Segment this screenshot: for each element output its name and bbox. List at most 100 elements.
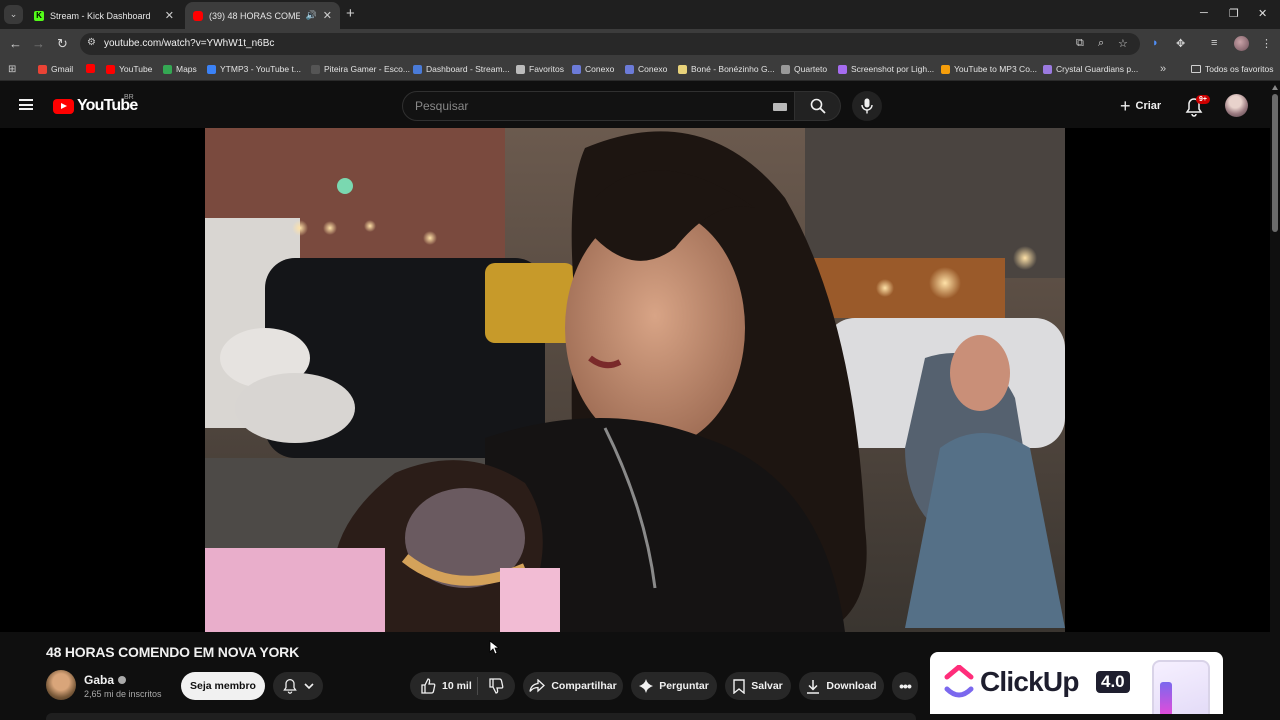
channel-name-row[interactable]: Gaba [84,673,127,687]
page-scrollbar[interactable] [1270,82,1280,720]
tab-title: (39) 48 HORAS COMENDO [209,10,300,21]
clickup-logo-icon [944,665,974,698]
bookmark-item[interactable]: Quarteto [781,64,827,74]
join-label: Seja membro [190,680,256,692]
bookmark-item[interactable]: Maps [163,64,197,74]
bookmark-label: Maps [176,64,197,74]
bookmark-icon [733,678,745,694]
media-control-icon[interactable]: ≡ [1211,37,1217,49]
search-input[interactable] [415,99,755,113]
speaker-icon[interactable]: 🔊 [306,10,317,21]
bookmarks-bar: ⊞ Gmail YouTube Maps YTMP3 - YouTube t... Pi… [0,59,1280,81]
bookmark-item[interactable]: Piteira Gamer - Esco... [311,64,410,74]
download-icon [807,679,820,694]
bookmark-item[interactable]: Conexo [572,64,614,74]
extension-icon[interactable]: ◗ [1152,37,1159,49]
browser-tab-bar: ⌄ K Stream - Kick Dashboard ✕ (39) 48 HO… [0,0,1280,29]
join-button[interactable]: Seja membro [181,672,265,700]
bookmark-item[interactable]: Crystal Guardians p... [1043,64,1138,74]
bookmark-favicon-icon [413,64,422,74]
all-bookmarks[interactable]: Todos os favoritos [1191,64,1274,74]
bell-icon [283,678,297,694]
site-info-icon[interactable]: ⚙ [87,37,96,48]
close-window-icon[interactable]: ✕ [1258,7,1267,20]
minimize-icon[interactable]: ─ [1200,7,1208,19]
like-divider [477,677,478,695]
account-avatar[interactable] [1225,94,1248,117]
tab-title: Stream - Kick Dashboard [50,10,151,21]
description-box-edge [46,713,916,720]
bookmark-star-icon[interactable]: ☆ [1118,37,1128,50]
download-label: Download [826,680,877,692]
install-app-icon[interactable]: ⧉ [1076,37,1084,50]
bookmark-item[interactable]: YTMP3 - YouTube t... [207,64,301,74]
create-button[interactable]: + Criar [1112,91,1169,121]
thumbs-down-icon[interactable] [488,678,504,694]
menu-icon[interactable] [19,99,33,110]
bookmark-item[interactable]: Favoritos [516,64,564,74]
extensions-puzzle-icon[interactable]: ✥ [1176,37,1185,50]
keyboard-icon[interactable] [773,103,787,111]
tab-youtube-video[interactable]: (39) 48 HORAS COMENDO 🔊 ✕ [185,2,340,29]
bookmark-favicon-icon [86,64,95,73]
bookmark-item[interactable]: Screenshot por Ligh... [838,64,934,74]
verified-icon [118,676,127,684]
new-tab-icon[interactable]: + [346,6,355,22]
save-label: Salvar [751,680,783,692]
clickup-ad[interactable]: ClickUp 4.0 [930,652,1223,714]
save-button[interactable]: Salvar [725,672,791,700]
tab-close-icon[interactable]: ✕ [165,9,174,22]
like-count[interactable]: 10 mil [442,680,472,692]
search-button[interactable] [795,91,841,121]
omnibox[interactable]: ⚙ youtube.com/watch?v=YWhW1t_n6Bc ⧉ ⌕ ☆ [80,33,1140,55]
bookmark-item[interactable]: YouTube to MP3 Co... [941,64,1037,74]
notification-badge: 9+ [1196,95,1210,104]
video-player[interactable] [0,128,1270,632]
reload-icon[interactable]: ↻ [57,36,68,52]
ask-button[interactable]: Perguntar [631,672,717,700]
search-box [402,91,795,121]
bookmark-favicon-icon [207,64,216,74]
channel-name[interactable]: Gaba [84,673,114,687]
video-frame[interactable] [205,128,1065,632]
bookmark-item[interactable]: YouTube [106,64,152,74]
scroll-up-icon[interactable] [1272,85,1278,90]
apps-grid-icon[interactable]: ⊞ [8,64,16,75]
url-text[interactable]: youtube.com/watch?v=YWhW1t_n6Bc [104,38,274,49]
subscription-notifications-button[interactable] [273,672,323,700]
channel-avatar[interactable] [46,670,76,700]
bookmark-item[interactable]: Dashboard - Stream... [413,64,510,74]
chrome-menu-icon[interactable]: ⋮ [1261,37,1272,50]
bookmark-favicon-icon [311,64,320,74]
tab-kick-dashboard[interactable]: K Stream - Kick Dashboard ✕ [26,2,182,29]
bookmark-label: YouTube to MP3 Co... [954,64,1038,74]
bookmark-item[interactable]: Boné - Bonézinho G... [678,64,775,74]
chrome-profile-avatar[interactable] [1234,36,1249,51]
forward-icon[interactable]: → [32,36,45,51]
zoom-icon[interactable]: ⌕ [1098,37,1104,50]
bookmark-item[interactable]: Gmail [38,64,73,74]
kick-favicon-icon: K [34,10,44,21]
bookmark-item[interactable] [86,64,95,73]
download-button[interactable]: Download [799,672,884,700]
back-icon[interactable]: ← [9,36,22,51]
chevron-down-icon [304,683,314,690]
bookmark-favicon-icon [38,64,47,74]
bookmark-label: Crystal Guardians p... [1056,64,1139,74]
scrollbar-thumb[interactable] [1272,94,1278,232]
bookmark-favicon-icon [572,64,581,74]
more-bookmarks-icon[interactable]: » [1160,63,1166,75]
bookmark-label: Conexo [585,64,615,74]
bookmark-label: Favoritos [529,64,564,74]
search-icon [810,98,826,114]
tab-search-icon[interactable]: ⌄ [4,5,23,24]
more-actions-button[interactable]: ••• [892,672,918,700]
share-button[interactable]: Compartilhar [523,672,623,700]
thumbs-up-icon[interactable] [420,678,436,694]
restore-icon[interactable]: ❐ [1229,7,1239,20]
bookmark-label: Quarteto [794,64,828,74]
bookmark-item[interactable]: Conexo [625,64,667,74]
bookmark-favicon-icon [678,64,687,74]
tab-close-icon[interactable]: ✕ [323,9,332,22]
voice-search-button[interactable] [852,91,882,121]
